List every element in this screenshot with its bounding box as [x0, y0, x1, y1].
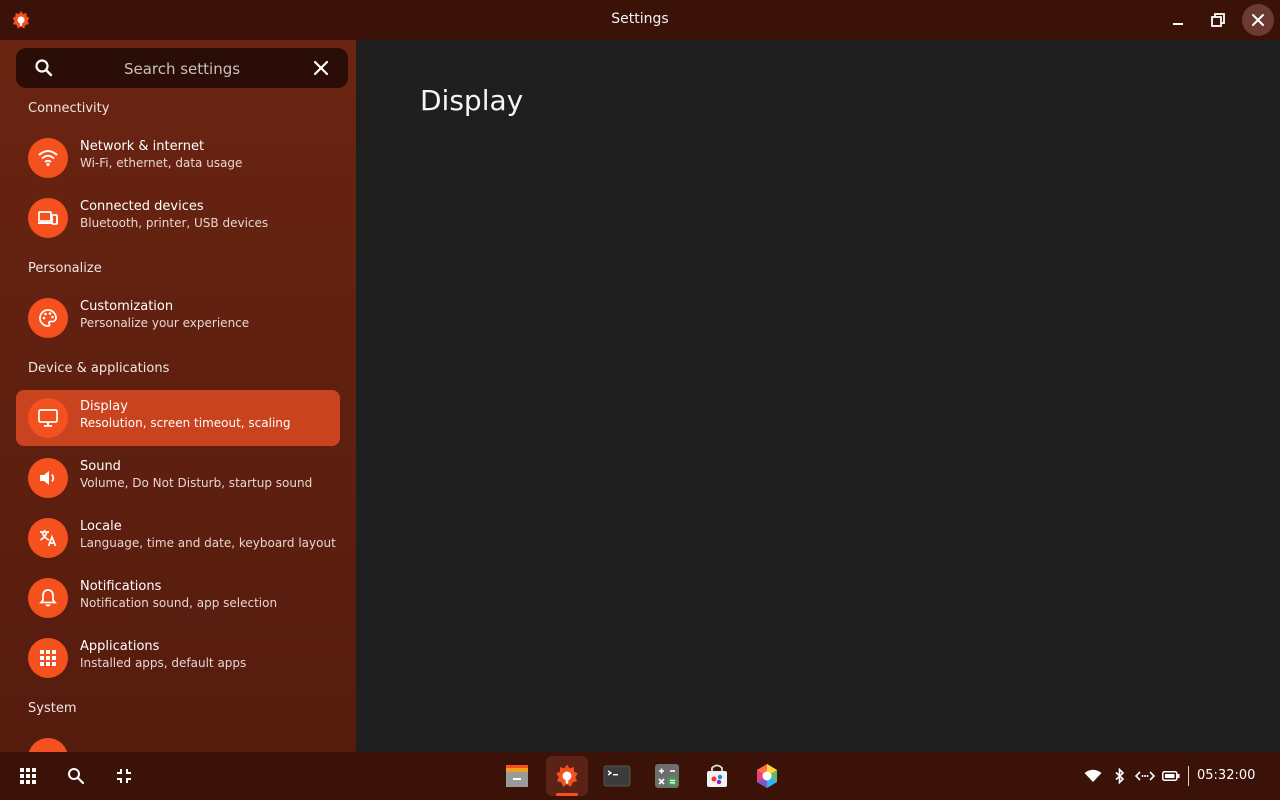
apps-grid-icon	[28, 638, 68, 678]
speaker-icon	[28, 458, 68, 498]
sidebar-item-label: Locale	[80, 519, 122, 534]
taskbar-search-button[interactable]	[64, 764, 88, 788]
sidebar-item-desc: Installed apps, default apps	[80, 656, 247, 670]
clear-search-icon[interactable]	[312, 59, 330, 81]
translate-icon	[28, 518, 68, 558]
sidebar-item-sound[interactable]: Sound Volume, Do Not Disturb, startup so…	[16, 450, 340, 506]
apps-grid-icon	[20, 768, 36, 784]
close-icon	[1252, 14, 1264, 26]
sidebar-item-system-partial[interactable]	[16, 730, 340, 752]
tray-separator	[1188, 766, 1189, 786]
dock-files[interactable]	[496, 756, 538, 796]
hexagon-color-icon	[757, 764, 777, 788]
files-app-icon	[506, 765, 528, 787]
dock-color-app[interactable]	[746, 756, 788, 796]
section-system: System	[28, 701, 77, 716]
battery-icon[interactable]	[1161, 767, 1181, 785]
wifi-icon	[28, 138, 68, 178]
clock[interactable]: 05:32:00	[1197, 768, 1255, 783]
dock-terminal[interactable]	[596, 756, 638, 796]
palette-icon	[28, 298, 68, 338]
search-input[interactable]: Search settings	[16, 60, 348, 78]
sidebar-item-connected-devices[interactable]: Connected devices Bluetooth, printer, US…	[16, 190, 340, 246]
network-activity-icon[interactable]	[1135, 767, 1155, 785]
sidebar-item-label: Applications	[80, 639, 160, 654]
section-personalize: Personalize	[28, 261, 102, 276]
settings-app-icon	[556, 764, 578, 787]
sidebar-item-desc: Volume, Do Not Disturb, startup sound	[80, 476, 313, 490]
search-icon	[68, 768, 85, 785]
restore-icon	[1211, 13, 1225, 27]
search-field[interactable]: Search settings	[16, 48, 348, 88]
workspaces-icon	[117, 769, 131, 783]
sidebar-item-label: Customization	[80, 299, 174, 314]
active-indicator	[556, 793, 578, 796]
sidebar-item-label: Sound	[80, 459, 121, 474]
app-launcher-button[interactable]	[16, 764, 40, 788]
sidebar-item-network[interactable]: Network & internet Wi-Fi, ethernet, data…	[16, 130, 340, 186]
sidebar-item-label: Network & internet	[80, 139, 205, 154]
sidebar-item-desc: Wi-Fi, ethernet, data usage	[80, 156, 243, 170]
monitor-icon	[28, 398, 68, 438]
sidebar-item-label: Display	[80, 399, 128, 414]
window-title: Settings	[611, 11, 669, 27]
workspaces-button[interactable]	[112, 764, 136, 788]
settings-sidebar: Search settings Connectivity Network & i…	[0, 40, 356, 752]
section-connectivity: Connectivity	[28, 101, 110, 116]
page-title: Display	[420, 84, 524, 117]
title-bar: Settings	[0, 0, 1280, 40]
calculator-app-icon	[655, 764, 679, 788]
sidebar-item-label: Connected devices	[80, 199, 204, 214]
taskbar: 05:32:00	[0, 752, 1280, 800]
dock-calculator[interactable]	[646, 756, 688, 796]
bell-icon	[28, 578, 68, 618]
dock-settings[interactable]	[546, 756, 588, 796]
store-bag-icon	[707, 764, 727, 787]
content-pane: Display	[356, 40, 1280, 752]
sidebar-item-desc: Bluetooth, printer, USB devices	[80, 216, 269, 230]
sidebar-item-notifications[interactable]: Notifications Notification sound, app se…	[16, 570, 340, 626]
sidebar-item-desc: Notification sound, app selection	[80, 596, 278, 610]
terminal-app-icon	[603, 765, 631, 787]
maximize-button[interactable]	[1204, 6, 1232, 34]
sidebar-item-desc: Personalize your experience	[80, 316, 250, 330]
system-item-icon	[28, 738, 68, 752]
wifi-status-icon[interactable]	[1083, 767, 1103, 785]
sidebar-item-display[interactable]: Display Resolution, screen timeout, scal…	[16, 390, 340, 446]
minimize-button[interactable]	[1164, 6, 1192, 34]
close-button[interactable]	[1242, 4, 1274, 36]
minimize-icon	[1173, 23, 1183, 25]
bluetooth-icon[interactable]	[1110, 767, 1130, 785]
sidebar-item-desc: Language, time and date, keyboard layout	[80, 536, 336, 550]
dock-store[interactable]	[696, 756, 738, 796]
sidebar-item-desc: Resolution, screen timeout, scaling	[80, 416, 291, 430]
sidebar-item-label: Notifications	[80, 579, 162, 594]
devices-icon	[28, 198, 68, 238]
sidebar-item-applications[interactable]: Applications Installed apps, default app…	[16, 630, 340, 686]
sidebar-item-locale[interactable]: Locale Language, time and date, keyboard…	[16, 510, 340, 566]
sidebar-item-customization[interactable]: Customization Personalize your experienc…	[16, 290, 340, 346]
section-device-applications: Device & applications	[28, 361, 170, 376]
